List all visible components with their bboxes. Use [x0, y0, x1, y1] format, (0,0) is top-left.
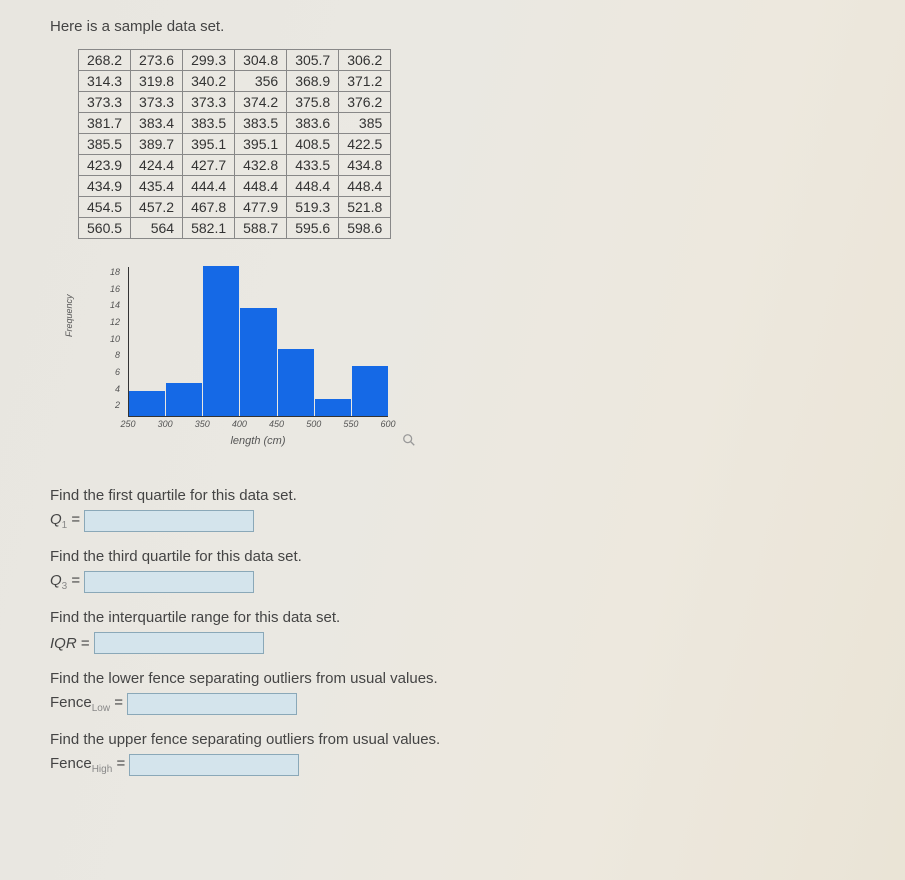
x-tick: 350 — [195, 419, 210, 429]
iqr-prompt: Find the interquartile range for this da… — [50, 609, 905, 626]
plot-area — [128, 267, 388, 417]
intro-text: Here is a sample data set. — [50, 18, 905, 35]
data-cell: 368.9 — [287, 71, 339, 92]
data-cell: 444.4 — [183, 176, 235, 197]
x-tick: 500 — [306, 419, 321, 429]
data-cell: 373.3 — [183, 92, 235, 113]
data-cell: 385.5 — [79, 134, 131, 155]
data-cell: 427.7 — [183, 155, 235, 176]
data-cell: 564 — [131, 218, 183, 239]
low-var: FenceLow = — [50, 694, 123, 714]
data-cell: 521.8 — [339, 197, 391, 218]
data-cell: 448.4 — [339, 176, 391, 197]
data-cell: 383.4 — [131, 113, 183, 134]
x-tick: 550 — [343, 419, 358, 429]
x-tick: 300 — [158, 419, 173, 429]
data-cell: 588.7 — [235, 218, 287, 239]
x-tick: 600 — [380, 419, 395, 429]
data-cell: 433.5 — [287, 155, 339, 176]
data-cell: 448.4 — [287, 176, 339, 197]
data-cell: 383.5 — [183, 113, 235, 134]
low-prompt: Find the lower fence separating outliers… — [50, 670, 905, 687]
histogram-bar — [166, 383, 202, 416]
y-axis-label: Frequency — [64, 294, 74, 337]
data-cell: 435.4 — [131, 176, 183, 197]
y-ticks: 24681012141618 — [104, 267, 124, 417]
data-cell: 304.8 — [235, 50, 287, 71]
data-cell: 299.3 — [183, 50, 235, 71]
data-cell: 595.6 — [287, 218, 339, 239]
iqr-input[interactable] — [94, 632, 264, 654]
data-cell: 434.9 — [79, 176, 131, 197]
q1-input[interactable] — [84, 510, 254, 532]
data-cell: 454.5 — [79, 197, 131, 218]
data-cell: 457.2 — [131, 197, 183, 218]
data-cell: 448.4 — [235, 176, 287, 197]
data-cell: 373.3 — [131, 92, 183, 113]
data-cell: 560.5 — [79, 218, 131, 239]
data-cell: 375.8 — [287, 92, 339, 113]
data-cell: 422.5 — [339, 134, 391, 155]
histogram-bar — [278, 349, 314, 416]
data-cell: 467.8 — [183, 197, 235, 218]
high-var: FenceHigh = — [50, 755, 125, 775]
data-cell: 356 — [235, 71, 287, 92]
histogram-bar — [203, 266, 239, 416]
data-cell: 340.2 — [183, 71, 235, 92]
q3-prompt: Find the third quartile for this data se… — [50, 548, 905, 565]
histogram-bar — [240, 308, 276, 416]
data-cell: 582.1 — [183, 218, 235, 239]
data-cell: 383.6 — [287, 113, 339, 134]
iqr-var: IQR = — [50, 635, 90, 652]
data-cell: 381.7 — [79, 113, 131, 134]
magnify-icon[interactable] — [402, 433, 416, 447]
histogram-bar — [315, 399, 351, 416]
question-q1: Find the first quartile for this data se… — [50, 487, 905, 532]
question-upper-fence: Find the upper fence separating outliers… — [50, 731, 905, 776]
q3-var: Q3 = — [50, 572, 80, 592]
data-cell: 408.5 — [287, 134, 339, 155]
histogram-bar — [352, 366, 388, 416]
q1-var: Q1 = — [50, 511, 80, 531]
question-q3: Find the third quartile for this data se… — [50, 548, 905, 593]
data-cell: 598.6 — [339, 218, 391, 239]
data-cell: 306.2 — [339, 50, 391, 71]
data-cell: 383.5 — [235, 113, 287, 134]
high-prompt: Find the upper fence separating outliers… — [50, 731, 905, 748]
data-cell: 385 — [339, 113, 391, 134]
data-cell: 519.3 — [287, 197, 339, 218]
x-tick: 450 — [269, 419, 284, 429]
high-input[interactable] — [129, 754, 299, 776]
data-cell: 319.8 — [131, 71, 183, 92]
question-lower-fence: Find the lower fence separating outliers… — [50, 670, 905, 715]
x-tick: 400 — [232, 419, 247, 429]
data-table: 268.2273.6299.3304.8305.7306.2 314.3319.8… — [78, 49, 391, 239]
data-cell: 373.3 — [79, 92, 131, 113]
low-input[interactable] — [127, 693, 297, 715]
data-cell: 432.8 — [235, 155, 287, 176]
data-cell: 395.1 — [183, 134, 235, 155]
data-cell: 395.1 — [235, 134, 287, 155]
data-cell: 423.9 — [79, 155, 131, 176]
data-cell: 371.2 — [339, 71, 391, 92]
data-cell: 434.8 — [339, 155, 391, 176]
data-cell: 268.2 — [79, 50, 131, 71]
data-cell: 305.7 — [287, 50, 339, 71]
data-cell: 374.2 — [235, 92, 287, 113]
data-cell: 376.2 — [339, 92, 391, 113]
x-axis-label: length (cm) — [128, 435, 388, 447]
q3-input[interactable] — [84, 571, 254, 593]
data-cell: 314.3 — [79, 71, 131, 92]
x-tick: 250 — [120, 419, 135, 429]
histogram-bar — [129, 391, 165, 416]
histogram-chart: Frequency 24681012141618 250300350400450… — [82, 267, 412, 457]
x-ticks: 250300350400450500550600 — [128, 419, 388, 433]
data-cell: 273.6 — [131, 50, 183, 71]
data-cell: 477.9 — [235, 197, 287, 218]
data-cell: 424.4 — [131, 155, 183, 176]
question-iqr: Find the interquartile range for this da… — [50, 609, 905, 654]
data-cell: 389.7 — [131, 134, 183, 155]
q1-prompt: Find the first quartile for this data se… — [50, 487, 905, 504]
